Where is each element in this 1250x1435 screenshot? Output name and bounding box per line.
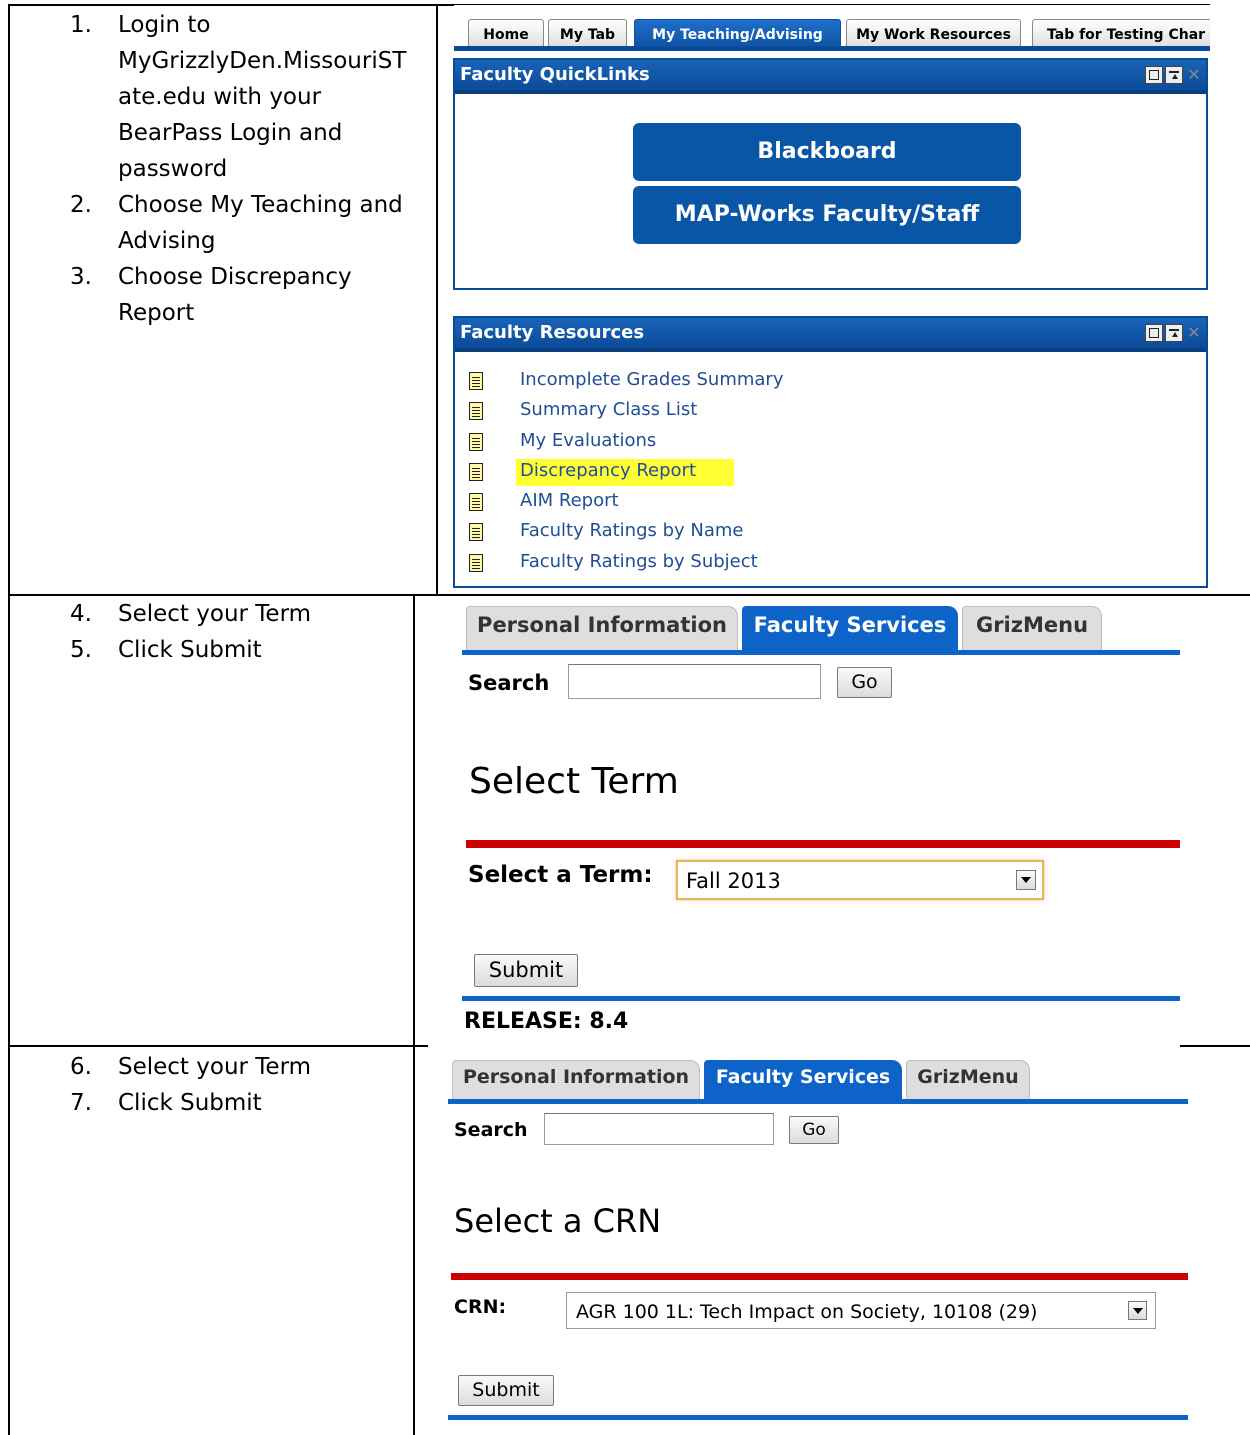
blackboard-button[interactable]: Blackboard [633, 123, 1021, 181]
step-text-line: Advising [118, 228, 216, 254]
portlet-header: Faculty QuickLinks ✕ [455, 60, 1206, 94]
release-label: RELEASE: 8.4 [464, 1009, 629, 1034]
red-rule [466, 840, 1180, 848]
step-number: 3. [70, 264, 92, 290]
term-label: Select a Term: [468, 862, 653, 888]
document-icon [469, 462, 483, 481]
step-text-line: Report [118, 300, 195, 326]
step-text-line: BearPass Login and [118, 120, 343, 146]
document-icon [469, 523, 483, 542]
row2-bottom-left [8, 1045, 428, 1047]
portlet-controls: ✕ [1143, 324, 1203, 342]
map-works-button[interactable]: MAP-Works Faculty/Staff [633, 186, 1021, 244]
red-rule [451, 1273, 1188, 1280]
discrepancy-report-link[interactable]: Discrepancy Report [516, 458, 735, 486]
row2-divider [413, 594, 415, 1046]
step-1: 1. Login to MyGrizzlyDen.MissouriST ate.… [70, 7, 435, 187]
maximize-icon[interactable] [1165, 324, 1183, 342]
page-title: Select a CRN [454, 1202, 662, 1240]
portlet-header: Faculty Resources ✕ [455, 318, 1206, 352]
search-label: Search [454, 1119, 528, 1141]
step-number: 1. [70, 12, 92, 38]
row1-divider [436, 4, 438, 596]
step-3: 3. Choose Discrepancy Report [70, 259, 435, 331]
document-icon [469, 402, 483, 421]
chevron-down-icon[interactable] [1128, 1301, 1147, 1320]
maximize-icon[interactable] [1165, 66, 1183, 84]
step-text-line: ate.edu with your [118, 84, 322, 110]
portal-tab-bar: Home My Tab My Teaching/Advising My Work… [454, 5, 1210, 51]
tab-bar-underline [462, 650, 1180, 655]
search-input[interactable] [568, 664, 821, 699]
step-4: 4. Select your Term [70, 596, 410, 632]
tab-personal-information[interactable]: Personal Information [466, 606, 738, 652]
step-6: 6. Select your Term [70, 1049, 410, 1085]
step-text-line: password [118, 156, 228, 182]
minimize-icon[interactable] [1145, 324, 1163, 342]
document-icon [469, 432, 483, 451]
crn-selected-value: AGR 100 1L: Tech Impact on Society, 1010… [576, 1301, 1038, 1323]
step-number: 6. [70, 1054, 92, 1080]
chevron-down-icon[interactable] [1016, 870, 1036, 890]
resource-link[interactable]: AIM Report [520, 489, 619, 513]
submit-button[interactable]: Submit [474, 954, 578, 987]
step-7: 7. Click Submit [70, 1085, 410, 1121]
step-text-line: Login to [118, 12, 211, 38]
step-text-line: Choose My Teaching and [118, 192, 403, 218]
step-text: Click Submit [118, 1090, 262, 1116]
portlet-title: Faculty QuickLinks [460, 64, 650, 85]
step-text: Click Submit [118, 637, 262, 663]
tab-bar-underline [454, 46, 1210, 51]
step-text: Select your Term [118, 601, 312, 627]
resource-link[interactable]: Faculty Ratings by Subject [520, 550, 758, 574]
crn-label: CRN: [454, 1296, 507, 1318]
footer-rule [448, 1415, 1188, 1420]
step-text: Select your Term [118, 1054, 312, 1080]
step-text-line: Choose Discrepancy [118, 264, 352, 290]
close-icon[interactable]: ✕ [1185, 66, 1203, 84]
section2-steps: 4. Select your Term 5. Click Submit [70, 596, 410, 668]
term-selected-value: Fall 2013 [686, 869, 781, 893]
tab-faculty-services[interactable]: Faculty Services [742, 606, 958, 652]
minimize-icon[interactable] [1145, 66, 1163, 84]
term-select[interactable]: Fall 2013 [676, 860, 1044, 900]
portlet-controls: ✕ [1143, 66, 1203, 84]
step-number: 5. [70, 637, 92, 663]
go-button[interactable]: Go [789, 1116, 839, 1144]
step-number: 7. [70, 1090, 92, 1116]
close-icon[interactable]: ✕ [1185, 324, 1203, 342]
page-title: Select Term [469, 761, 679, 802]
document-icon [469, 553, 483, 572]
resource-link[interactable]: My Evaluations [520, 429, 656, 453]
step-5: 5. Click Submit [70, 632, 410, 668]
resource-link[interactable]: Summary Class List [520, 398, 697, 422]
tab-faculty-services[interactable]: Faculty Services [704, 1060, 902, 1101]
document-icon [469, 493, 483, 512]
tab-grizmenu[interactable]: GrizMenu [906, 1060, 1030, 1101]
resource-link[interactable]: Incomplete Grades Summary [520, 368, 783, 392]
search-input[interactable] [544, 1113, 774, 1145]
step-2: 2. Choose My Teaching and Advising [70, 187, 435, 259]
tab-personal-information[interactable]: Personal Information [452, 1060, 700, 1101]
crn-select[interactable]: AGR 100 1L: Tech Impact on Society, 1010… [566, 1292, 1156, 1329]
tab-grizmenu[interactable]: GrizMenu [962, 606, 1102, 652]
row3-divider [413, 1045, 415, 1435]
submit-button[interactable]: Submit [458, 1375, 554, 1406]
portlet-title: Faculty Resources [460, 322, 645, 343]
step-number: 2. [70, 192, 92, 218]
section1-steps: 1. Login to MyGrizzlyDen.MissouriST ate.… [70, 7, 435, 331]
tab-bar-underline [448, 1099, 1188, 1104]
go-button[interactable]: Go [837, 667, 892, 698]
document-icon [469, 372, 483, 390]
table-border-left [8, 4, 10, 1435]
section3-steps: 6. Select your Term 7. Click Submit [70, 1049, 410, 1121]
search-label: Search [468, 671, 550, 695]
step-number: 4. [70, 601, 92, 627]
resource-link[interactable]: Faculty Ratings by Name [520, 519, 744, 543]
step-text-line: MyGrizzlyDen.MissouriST [118, 48, 407, 74]
footer-rule [462, 996, 1180, 1001]
row2-bottom-right [1180, 1045, 1250, 1047]
